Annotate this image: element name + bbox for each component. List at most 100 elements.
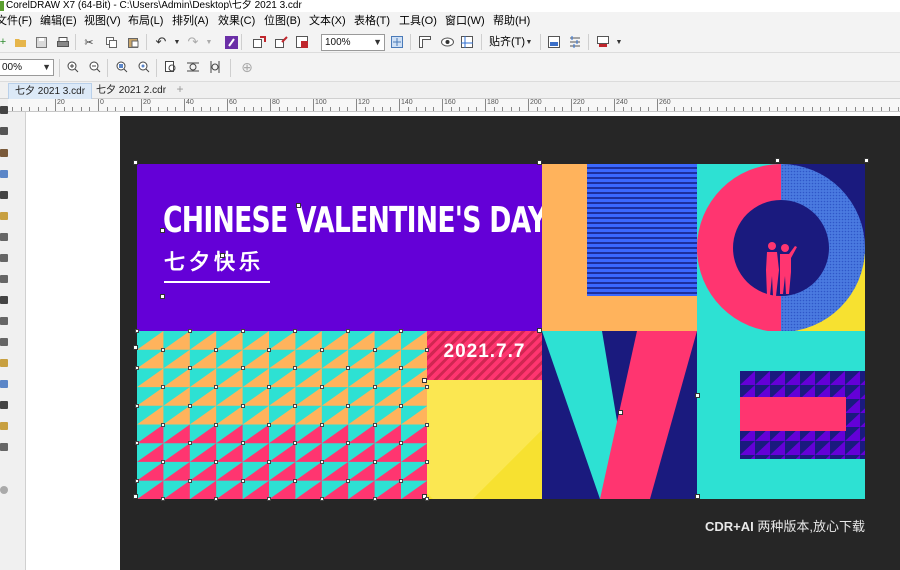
color-dropdown-icon[interactable]: ▼ (610, 34, 628, 50)
copy-icon[interactable] (102, 34, 120, 50)
path-node[interactable] (425, 497, 429, 501)
path-node[interactable] (188, 329, 192, 333)
path-node[interactable] (241, 329, 245, 333)
connector-tool-icon[interactable] (0, 338, 8, 346)
path-node[interactable] (425, 460, 429, 464)
menu-layout[interactable]: 布局(L) (128, 12, 163, 31)
transparency-tool-icon[interactable] (0, 380, 8, 388)
path-node[interactable] (188, 366, 192, 370)
zoom-tool-icon[interactable] (0, 170, 8, 178)
pick-tool-icon[interactable] (0, 106, 8, 114)
menu-tools[interactable]: 工具(O) (399, 12, 437, 31)
path-node[interactable] (293, 441, 297, 445)
path-node[interactable] (346, 329, 350, 333)
selection-handle[interactable] (133, 494, 138, 499)
path-node[interactable] (267, 460, 271, 464)
menu-table[interactable]: 表格(T) (354, 12, 390, 31)
redo-dropdown-icon[interactable]: ▼ (200, 34, 218, 50)
path-node[interactable] (320, 348, 324, 352)
path-node[interactable] (214, 385, 218, 389)
path-node[interactable] (241, 441, 245, 445)
add-tool-icon[interactable] (0, 486, 8, 494)
path-node[interactable] (214, 423, 218, 427)
path-node[interactable] (135, 479, 139, 483)
path-node[interactable] (399, 404, 403, 408)
path-node[interactable] (214, 348, 218, 352)
selection-handle[interactable] (422, 378, 427, 383)
path-node[interactable] (214, 460, 218, 464)
smart-fill-tool-icon[interactable] (0, 443, 8, 451)
path-node[interactable] (425, 423, 429, 427)
path-node[interactable] (399, 366, 403, 370)
add-icon[interactable]: ⊕ (238, 59, 256, 75)
path-node[interactable] (241, 479, 245, 483)
path-node[interactable] (241, 404, 245, 408)
zoom-all-icon[interactable] (135, 59, 153, 75)
zoom-out-icon[interactable] (86, 59, 104, 75)
freehand-tool-icon[interactable] (0, 191, 8, 199)
menu-view[interactable]: 视图(V) (84, 12, 121, 31)
path-node[interactable] (161, 385, 165, 389)
menu-text[interactable]: 文本(X) (309, 12, 346, 31)
path-node[interactable] (293, 479, 297, 483)
ellipse-tool-icon[interactable] (0, 254, 8, 262)
import-icon[interactable] (250, 34, 268, 50)
selection-handle[interactable] (160, 294, 165, 299)
selection-handle[interactable] (695, 393, 700, 398)
new-icon[interactable]: + (0, 34, 12, 50)
path-node[interactable] (161, 460, 165, 464)
options-icon[interactable] (545, 34, 563, 50)
zoom-percent-combo[interactable]: 00% ▼ (0, 59, 54, 76)
path-node[interactable] (267, 423, 271, 427)
path-node[interactable] (346, 479, 350, 483)
corel-connect-icon[interactable] (222, 34, 240, 50)
path-node[interactable] (161, 497, 165, 501)
selection-handle[interactable] (133, 160, 138, 165)
zoom-in-icon[interactable] (64, 59, 82, 75)
path-node[interactable] (135, 329, 139, 333)
tab-document-2[interactable]: 七夕 2021 2.cdr (90, 83, 172, 99)
path-node[interactable] (293, 404, 297, 408)
view-mode-icon[interactable] (438, 34, 456, 50)
path-node[interactable] (267, 385, 271, 389)
selection-handle[interactable] (775, 158, 780, 163)
settings-icon[interactable] (566, 34, 584, 50)
path-node[interactable] (135, 404, 139, 408)
selection-handle[interactable] (160, 228, 165, 233)
path-node[interactable] (135, 441, 139, 445)
crop-tool-icon[interactable] (0, 149, 8, 157)
path-node[interactable] (425, 348, 429, 352)
path-node[interactable] (161, 348, 165, 352)
save-icon[interactable] (32, 34, 50, 50)
path-node[interactable] (373, 348, 377, 352)
path-node[interactable] (161, 423, 165, 427)
path-node[interactable] (188, 404, 192, 408)
add-tab-icon[interactable]: + (173, 83, 187, 97)
zoom-selected-icon[interactable] (113, 59, 131, 75)
path-node[interactable] (425, 385, 429, 389)
paste-icon[interactable] (124, 34, 142, 50)
path-node[interactable] (373, 423, 377, 427)
path-node[interactable] (346, 441, 350, 445)
zoom-level-combo[interactable]: 100% ▼ (321, 34, 385, 51)
text-tool-icon[interactable] (0, 296, 8, 304)
selection-handle[interactable] (618, 410, 623, 415)
path-node[interactable] (399, 329, 403, 333)
path-node[interactable] (188, 441, 192, 445)
full-screen-icon[interactable] (388, 34, 406, 50)
path-node[interactable] (214, 497, 218, 501)
zoom-page-icon[interactable] (162, 59, 180, 75)
publish-pdf-icon[interactable] (293, 34, 311, 50)
menu-help[interactable]: 帮助(H) (493, 12, 530, 31)
artistic-media-tool-icon[interactable] (0, 212, 8, 220)
zoom-height-icon[interactable] (206, 59, 224, 75)
snap-dropdown-icon[interactable]: ▼ (520, 34, 538, 50)
menu-edit[interactable]: 编辑(E) (40, 12, 77, 31)
cut-icon[interactable]: ✂ (80, 34, 98, 50)
path-node[interactable] (135, 366, 139, 370)
path-node[interactable] (320, 497, 324, 501)
open-icon[interactable] (12, 34, 30, 50)
path-node[interactable] (373, 460, 377, 464)
rulers-icon[interactable] (416, 34, 434, 50)
export-icon[interactable] (272, 34, 290, 50)
